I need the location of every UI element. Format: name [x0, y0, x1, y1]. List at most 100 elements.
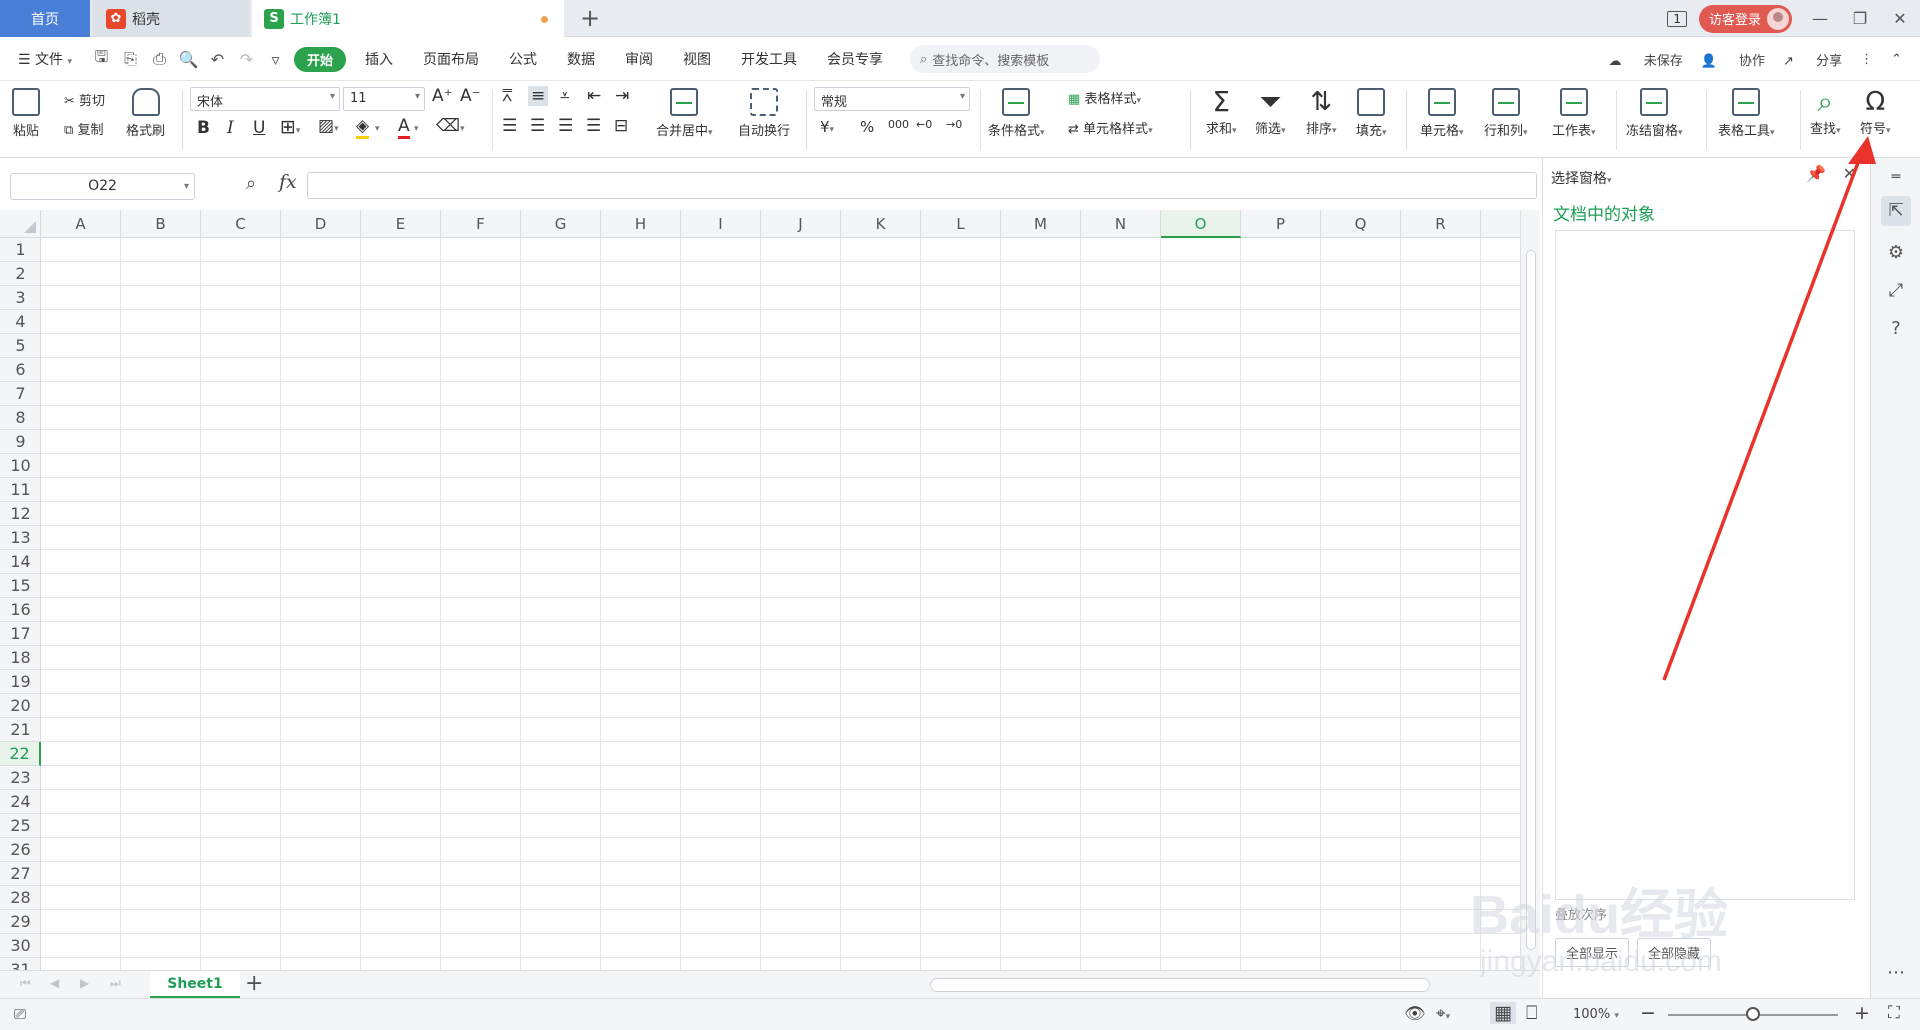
tab-home[interactable]: 首页	[0, 0, 90, 37]
select-all-corner[interactable]	[0, 210, 41, 238]
redo-icon[interactable]: ↷	[232, 50, 261, 69]
sum-button[interactable]: Σ 求和▾	[1206, 86, 1237, 138]
file-menu[interactable]: ☰ 文件 ▾	[0, 49, 87, 69]
sheet-tab[interactable]: Sheet1	[150, 971, 240, 998]
first-sheet-icon[interactable]: ⏮	[20, 976, 31, 991]
currency-icon[interactable]: ¥▾	[820, 118, 834, 136]
cut-button[interactable]: ✂ 剪切	[64, 90, 105, 109]
macro-record-icon[interactable]: ⎚	[14, 1005, 26, 1023]
print-icon[interactable]: ⎙	[145, 49, 174, 69]
column-header[interactable]: M	[1001, 210, 1081, 238]
tab-data[interactable]: 数据	[552, 49, 610, 69]
row-header[interactable]: 25	[0, 814, 41, 838]
column-header[interactable]: N	[1081, 210, 1161, 238]
row-header[interactable]: 26	[0, 838, 41, 862]
save-icon[interactable]: 🖫	[87, 46, 116, 73]
column-header[interactable]: D	[281, 210, 361, 238]
vertical-scroll-thumb[interactable]	[1526, 250, 1536, 950]
format-painter-button[interactable]: 格式刷	[126, 88, 165, 139]
row-header[interactable]: 30	[0, 934, 41, 958]
cell-area[interactable]	[41, 238, 1521, 970]
fill-button[interactable]: 填充▾	[1356, 88, 1387, 139]
share-button[interactable]: ↗ 分享	[1783, 50, 1842, 69]
align-center-icon[interactable]: ☰	[530, 116, 545, 136]
tab-start[interactable]: 开始	[294, 46, 347, 72]
normal-view-icon[interactable]: ▦	[1490, 1002, 1516, 1024]
column-header[interactable]: A	[41, 210, 121, 238]
select-cursor-icon[interactable]: ⇱	[1881, 196, 1911, 226]
column-header[interactable]: F	[441, 210, 521, 238]
row-header[interactable]: 27	[0, 862, 41, 886]
merge-center-button[interactable]: 合并居中▾	[656, 88, 713, 139]
pane-title[interactable]: 选择窗格▾	[1551, 168, 1612, 188]
row-header[interactable]: 18	[0, 646, 41, 670]
row-header[interactable]: 22	[0, 742, 41, 766]
transform-icon[interactable]: ⤢	[1881, 276, 1911, 306]
fill-color-dropdown-icon[interactable]: ▾	[375, 124, 380, 134]
row-header[interactable]: 13	[0, 526, 41, 550]
percent-icon[interactable]: %	[860, 118, 874, 136]
row-header[interactable]: 9	[0, 430, 41, 454]
freeze-panes-button[interactable]: 冻结窗格▾	[1626, 88, 1683, 139]
more-icon[interactable]: ⋮	[1860, 52, 1873, 67]
row-header[interactable]: 5	[0, 334, 41, 358]
minimize-icon[interactable]: —	[1800, 9, 1840, 28]
cell-button[interactable]: 单元格▾	[1420, 88, 1464, 139]
row-header[interactable]: 31	[0, 958, 41, 970]
distributed-icon[interactable]: ⊟	[614, 116, 628, 136]
row-header[interactable]: 6	[0, 358, 41, 382]
unsaved-status[interactable]: ☁ 未保存	[1609, 50, 1683, 69]
font-name-select[interactable]: 宋体	[190, 87, 340, 111]
row-header[interactable]: 7	[0, 382, 41, 406]
column-header[interactable]: I	[681, 210, 761, 238]
table-tools-button[interactable]: 表格工具▾	[1718, 88, 1775, 139]
decrease-decimal-icon[interactable]: →0	[946, 118, 962, 131]
name-box[interactable]: O22	[10, 173, 195, 200]
justify-icon[interactable]: ☰	[586, 116, 601, 136]
wrap-text-button[interactable]: 自动换行	[738, 88, 790, 139]
align-right-icon[interactable]: ☰	[558, 116, 573, 136]
row-col-button[interactable]: 行和列▾	[1484, 88, 1528, 139]
close-pane-icon[interactable]: ✕	[1843, 164, 1856, 183]
increase-font-icon[interactable]: A⁺	[432, 86, 453, 106]
tab-daoke[interactable]: ✿ 稻壳	[92, 0, 250, 37]
symbol-button[interactable]: Ω 符号▾	[1860, 86, 1891, 137]
row-header[interactable]: 8	[0, 406, 41, 430]
row-header[interactable]: 23	[0, 766, 41, 790]
help-icon[interactable]: ?	[1881, 314, 1911, 344]
font-color-icon[interactable]: A	[398, 116, 410, 139]
tab-formula[interactable]: 公式	[494, 49, 552, 69]
row-header[interactable]: 21	[0, 718, 41, 742]
horizontal-scroll-thumb[interactable]	[930, 978, 1430, 992]
clear-icon[interactable]: ⌫▾	[436, 116, 465, 136]
zoom-in-icon[interactable]: +	[1854, 1002, 1870, 1024]
pin-icon[interactable]: 📌	[1806, 164, 1826, 183]
command-search[interactable]: ⌕ 查找命令、搜索模板	[910, 45, 1101, 73]
column-header[interactable]: O	[1161, 210, 1241, 238]
object-list[interactable]	[1555, 230, 1855, 900]
tab-developer[interactable]: 开发工具	[726, 49, 812, 69]
zoom-level[interactable]: 100% ▾	[1573, 1007, 1619, 1022]
print-preview-icon[interactable]: 🔍	[174, 50, 203, 69]
column-header[interactable]: Q	[1321, 210, 1401, 238]
row-header[interactable]: 3	[0, 286, 41, 310]
row-header[interactable]: 15	[0, 574, 41, 598]
eye-protection-icon[interactable]: 👁	[1404, 1004, 1426, 1024]
column-header[interactable]: B	[121, 210, 201, 238]
new-tab-button[interactable]: +	[580, 4, 600, 32]
visitor-login-button[interactable]: 访客登录	[1698, 4, 1792, 33]
zoom-slider-handle[interactable]	[1746, 1007, 1760, 1021]
row-header[interactable]: 11	[0, 478, 41, 502]
row-header[interactable]: 12	[0, 502, 41, 526]
prev-sheet-icon[interactable]: ◀	[50, 976, 59, 990]
increase-decimal-icon[interactable]: ←0	[916, 118, 932, 131]
row-header[interactable]: 4	[0, 310, 41, 334]
add-sheet-button[interactable]: +	[245, 971, 263, 996]
align-top-icon[interactable]: ⩞	[502, 86, 512, 106]
find-button[interactable]: ⌕ 查找▾	[1810, 86, 1841, 138]
conditional-format-button[interactable]: 条件格式▾	[988, 88, 1045, 139]
column-header[interactable]: K	[841, 210, 921, 238]
crosshair-icon[interactable]: ⌖▾	[1436, 1004, 1450, 1024]
cell-style-button[interactable]: ⇄ 单元格样式▾	[1068, 118, 1153, 137]
column-header[interactable]: L	[921, 210, 1001, 238]
